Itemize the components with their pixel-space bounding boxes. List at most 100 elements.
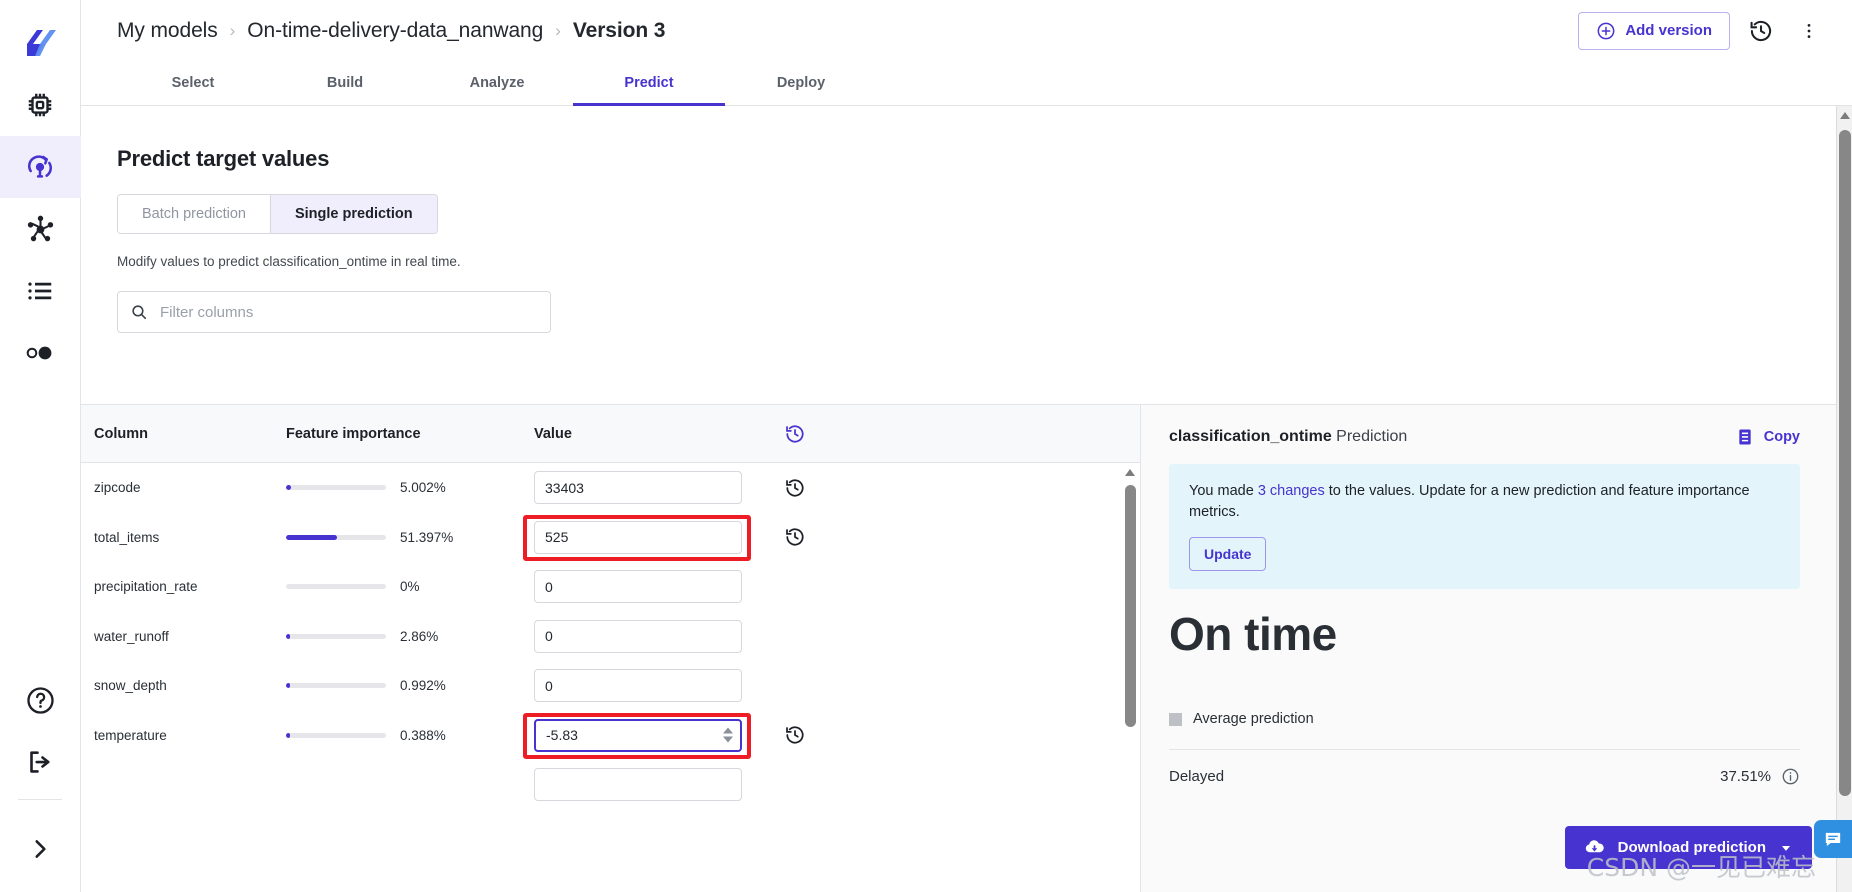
value-input-next[interactable] bbox=[534, 768, 742, 802]
cell-column-name: temperature bbox=[94, 727, 167, 743]
history-reset-icon[interactable] bbox=[784, 477, 806, 499]
history-icon bbox=[1750, 20, 1772, 41]
history-reset-icon[interactable] bbox=[784, 526, 806, 548]
page-scroll-up-arrow-icon[interactable] bbox=[1840, 112, 1850, 119]
breadcrumb-item-my-models[interactable]: My models bbox=[117, 19, 218, 43]
page-scrollbar[interactable] bbox=[1836, 106, 1852, 892]
table-scrollbar-thumb[interactable] bbox=[1125, 485, 1136, 727]
value-input-water-runoff[interactable] bbox=[534, 619, 742, 653]
copy-icon bbox=[1739, 429, 1751, 445]
importance-percent: 51.397% bbox=[400, 529, 454, 545]
prediction-workspace: Column Feature importance Value zipcode 5… bbox=[81, 404, 1836, 892]
class-probability-row: Delayed 37.51% bbox=[1169, 750, 1800, 802]
batch-prediction-tab[interactable]: Batch prediction bbox=[118, 195, 271, 233]
filter-columns-field[interactable] bbox=[117, 291, 551, 333]
sidebar-item-logout[interactable] bbox=[0, 731, 81, 793]
reset-value-button[interactable] bbox=[784, 526, 854, 548]
circles-icon bbox=[26, 346, 52, 360]
importance-bar-fill bbox=[286, 485, 291, 491]
update-button[interactable]: Update bbox=[1189, 537, 1267, 572]
value-input-zipcode[interactable] bbox=[534, 471, 742, 505]
cell-value bbox=[534, 520, 784, 554]
cell-column-name: zipcode bbox=[94, 480, 141, 496]
version-history-button[interactable] bbox=[1744, 14, 1778, 48]
search-input[interactable] bbox=[158, 302, 538, 322]
cell-feature-importance: 5.002% bbox=[286, 480, 534, 495]
chat-support-button[interactable] bbox=[1814, 820, 1852, 858]
breadcrumb-item-dataset[interactable]: On-time-delivery-data_nanwang bbox=[247, 19, 543, 43]
more-options-button[interactable] bbox=[1792, 14, 1826, 48]
cell-value bbox=[534, 718, 784, 752]
column-header-importance: Feature importance bbox=[286, 425, 421, 442]
sidebar-item-jobs[interactable] bbox=[0, 260, 81, 322]
number-stepper[interactable] bbox=[723, 727, 733, 743]
sidebar-divider bbox=[18, 799, 62, 800]
sidebar-item-help[interactable] bbox=[0, 669, 81, 731]
sidebar-item-catalog[interactable] bbox=[0, 74, 81, 136]
reset-value-button[interactable] bbox=[784, 724, 854, 746]
value-input-temperature[interactable] bbox=[534, 718, 742, 752]
importance-percent: 0.388% bbox=[400, 727, 446, 743]
download-prediction-button[interactable]: Download prediction bbox=[1564, 826, 1812, 869]
download-prediction-label: Download prediction bbox=[1617, 839, 1766, 856]
importance-bar bbox=[286, 633, 386, 639]
notice-prefix: You made bbox=[1189, 483, 1258, 499]
prediction-target-name: classification_ontime bbox=[1169, 428, 1332, 445]
average-prediction-swatch bbox=[1169, 712, 1182, 726]
importance-bar-fill bbox=[286, 683, 290, 689]
table-header-row: Column Feature importance Value bbox=[81, 405, 1140, 463]
single-prediction-tab[interactable]: Single prediction bbox=[270, 195, 437, 233]
tab-bar: Select Build Analyze Predict Deploy bbox=[81, 61, 1852, 106]
column-header-value: Value bbox=[534, 425, 572, 442]
sidebar-item-pipelines[interactable] bbox=[0, 198, 81, 260]
history-reset-icon[interactable] bbox=[784, 724, 806, 746]
chat-icon bbox=[1825, 832, 1841, 846]
tab-build[interactable]: Build bbox=[269, 61, 421, 105]
stepper-down-icon[interactable] bbox=[723, 736, 733, 743]
cell-column-name: total_items bbox=[94, 529, 160, 545]
table-row: precipitation_rate 0% bbox=[81, 562, 1110, 612]
importance-bar-fill bbox=[286, 534, 338, 540]
reset-all-values-button[interactable] bbox=[784, 423, 854, 445]
table-body: zipcode 5.002% total_items 51.397% precipita… bbox=[81, 463, 1110, 892]
tab-select[interactable]: Select bbox=[117, 61, 269, 105]
value-input-snow-depth[interactable] bbox=[534, 669, 742, 703]
value-input-total-items[interactable] bbox=[534, 520, 742, 554]
importance-bar bbox=[286, 732, 386, 738]
sidebar-expand-button[interactable] bbox=[0, 806, 81, 892]
changes-link[interactable]: 3 changes bbox=[1258, 483, 1325, 499]
add-version-button[interactable]: Add version bbox=[1578, 11, 1730, 50]
breadcrumb-item-version: Version 3 bbox=[572, 18, 666, 42]
info-icon bbox=[1782, 768, 1799, 784]
importance-percent: 5.002% bbox=[400, 480, 446, 496]
help-circle-icon bbox=[26, 686, 54, 714]
tab-predict[interactable]: Predict bbox=[573, 61, 725, 106]
reset-value-button[interactable] bbox=[784, 477, 854, 499]
hub-network-icon bbox=[27, 215, 53, 241]
scroll-up-arrow-icon[interactable] bbox=[1125, 469, 1135, 476]
class-label-delayed: Delayed bbox=[1169, 767, 1225, 785]
prediction-result-value: On time bbox=[1169, 608, 1337, 661]
tab-deploy[interactable]: Deploy bbox=[725, 61, 877, 105]
copy-label: Copy bbox=[1763, 429, 1800, 445]
stepper-up-icon[interactable] bbox=[723, 727, 733, 734]
delayed-percent: 37.51% bbox=[1720, 767, 1771, 785]
value-input-precipitation-rate[interactable] bbox=[534, 570, 742, 604]
page-scrollbar-thumb[interactable] bbox=[1839, 130, 1851, 796]
average-prediction-label: Average prediction bbox=[1193, 711, 1314, 728]
table-scrollbar[interactable] bbox=[1121, 463, 1140, 892]
prediction-title: classification_ontime Prediction bbox=[1169, 428, 1407, 446]
chip-icon bbox=[28, 93, 52, 117]
app-logo[interactable] bbox=[0, 12, 81, 74]
changes-notice: You made 3 changes to the values. Update… bbox=[1169, 464, 1800, 590]
sidebar-item-machine-learning[interactable] bbox=[0, 136, 81, 198]
importance-bar bbox=[286, 485, 386, 491]
cell-feature-importance: 0% bbox=[286, 579, 534, 594]
cell-feature-importance: 0.992% bbox=[286, 678, 534, 693]
header-actions: Add version bbox=[1578, 11, 1826, 50]
importance-bar bbox=[286, 584, 386, 590]
sidebar-item-monitoring[interactable] bbox=[0, 322, 81, 384]
tab-analyze[interactable]: Analyze bbox=[421, 61, 573, 105]
logo-icon bbox=[27, 30, 56, 56]
copy-prediction-button[interactable]: Copy bbox=[1735, 427, 1800, 447]
